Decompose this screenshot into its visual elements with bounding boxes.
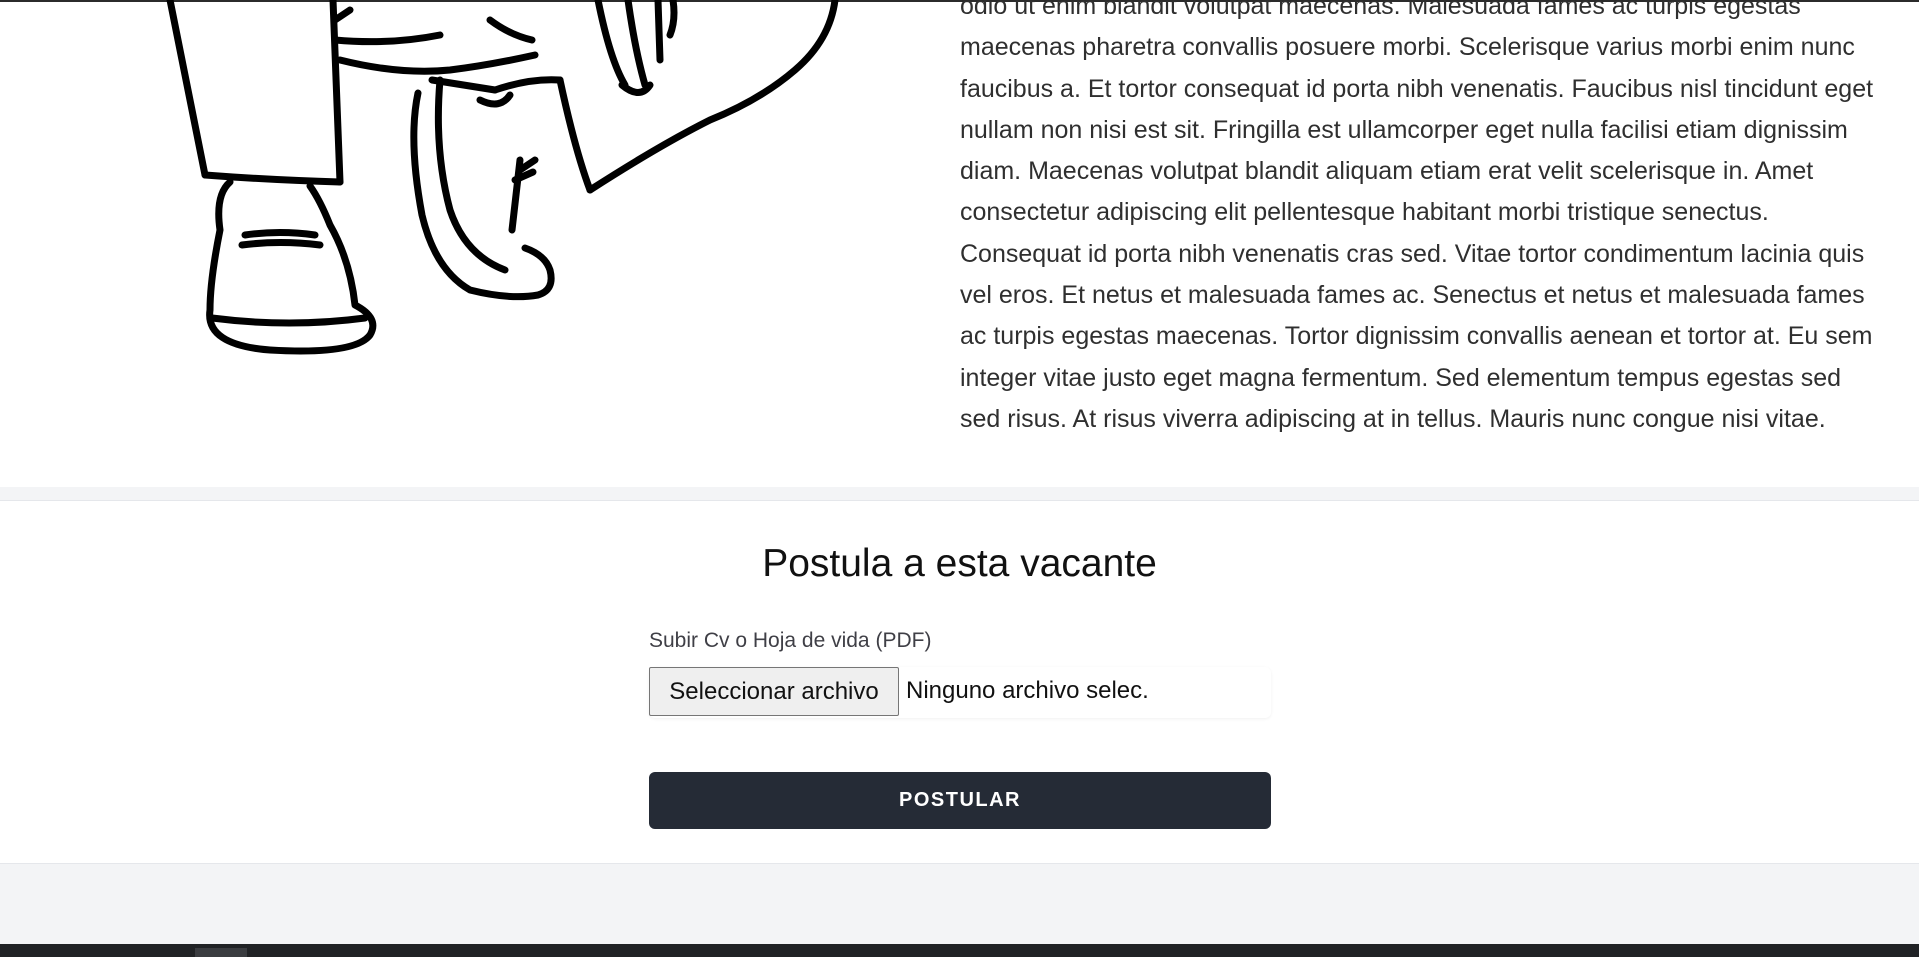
- description-line: ac turpis egestas maecenas. Tortor digni…: [960, 322, 1873, 351]
- submit-application-button[interactable]: POSTULAR: [649, 772, 1271, 829]
- description-line: faucibus a. Et tortor consequat id porta…: [960, 74, 1874, 103]
- application-form-section: Postula a esta vacante Subir Cv o Hoja d…: [0, 500, 1919, 864]
- job-description: odio ut enim blandit volutpat maecenas. …: [960, 0, 1919, 440]
- description-line: Consequat id porta nibh venenatis cras s…: [960, 239, 1865, 268]
- job-detail-section: odio ut enim blandit volutpat maecenas. …: [0, 0, 1919, 487]
- cv-file-input[interactable]: Seleccionar archivo Ninguno archivo sele…: [649, 667, 1271, 718]
- description-line: vel eros. Et netus et malesuada fames ac…: [960, 281, 1865, 310]
- choose-file-button[interactable]: Seleccionar archivo: [649, 667, 899, 716]
- description-line: odio ut enim blandit volutpat maecenas. …: [960, 0, 1801, 20]
- file-status-text: Ninguno archivo selec.: [906, 677, 1149, 704]
- description-line: nullam non nisi est sit. Fringilla est u…: [960, 115, 1848, 144]
- description-line: diam. Maecenas volutpat blandit aliquam …: [960, 157, 1814, 186]
- description-line: sed risus. At risus viverra adipiscing a…: [960, 404, 1826, 433]
- bottom-bar: [0, 944, 1919, 957]
- description-line: integer vitae justo eget magna fermentum…: [960, 363, 1842, 392]
- description-line: maecenas pharetra convallis posuere morb…: [960, 33, 1855, 62]
- person-illustration: [166, 0, 839, 355]
- cv-upload-label: Subir Cv o Hoja de vida (PDF): [649, 629, 932, 652]
- bottom-bar-tab: [195, 948, 247, 957]
- form-title: Postula a esta vacante: [762, 542, 1157, 585]
- description-line: consectetur adipiscing elit pellentesque…: [960, 198, 1769, 227]
